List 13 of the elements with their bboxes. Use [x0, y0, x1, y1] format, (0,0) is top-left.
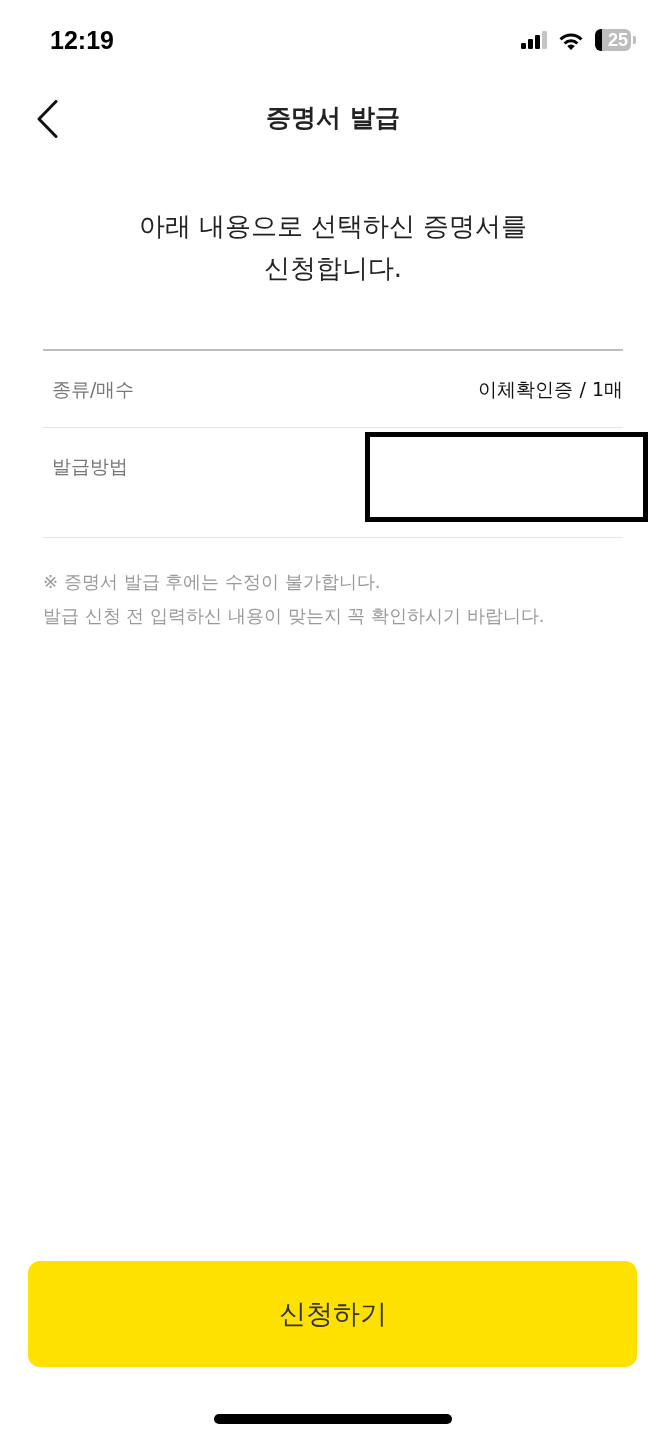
- battery-cap-icon: [633, 36, 636, 44]
- page-title: 증명서 발급: [266, 102, 400, 134]
- notice-text: ※ 증명서 발급 후에는 수정이 불가합니다.: [43, 570, 382, 594]
- row-label: 발급방법: [52, 454, 128, 478]
- notice-text: 발급 신청 전 입력하신 내용이 맞는지 꼭 확인하시기 바랍니다.: [43, 604, 546, 628]
- signal-icon: [521, 31, 547, 49]
- status-time: 12:19: [50, 25, 114, 55]
- battery-indicator: 25: [595, 29, 631, 51]
- chevron-left-icon: [36, 100, 58, 138]
- submit-button[interactable]: 신청하기: [28, 1261, 637, 1367]
- row-label: 종류/매수: [52, 377, 135, 401]
- row-value: 이체확인증 / 1매: [478, 377, 623, 401]
- intro-text: 아래 내용으로 선택하신 증명서를 신청합니다.: [137, 210, 529, 285]
